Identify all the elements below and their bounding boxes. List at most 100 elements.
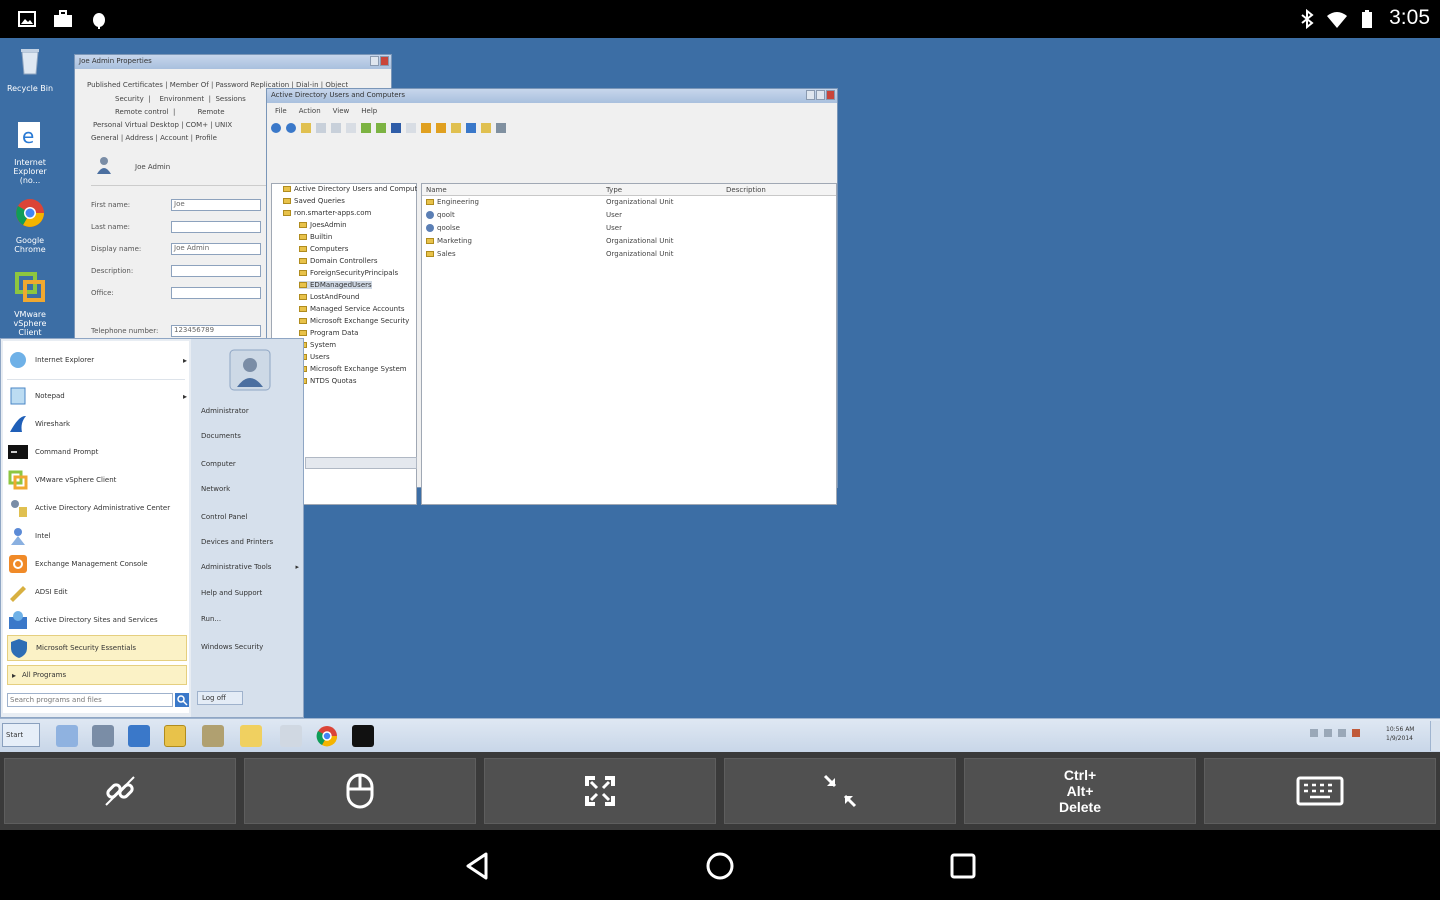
place-help-support[interactable]: Help and Support	[201, 589, 262, 597]
taskbar-adsi-icon[interactable]	[240, 725, 262, 747]
desktop-icon-vsphere[interactable]: VMware vSphere Client	[4, 270, 56, 337]
tree-item[interactable]: Microsoft Exchange System	[299, 365, 407, 373]
program-notepad[interactable]: Notepad ▸	[7, 383, 187, 409]
properties-icon[interactable]	[316, 123, 326, 133]
taskbar-tools-icon[interactable]	[202, 725, 224, 747]
properties-titlebar[interactable]: Joe Admin Properties	[75, 55, 391, 69]
find-icon[interactable]	[481, 123, 491, 133]
list-icon[interactable]	[406, 123, 416, 133]
menu-view[interactable]: View	[333, 107, 350, 116]
fullscreen-button[interactable]	[484, 758, 716, 824]
help-button[interactable]	[370, 56, 379, 66]
taskbar-chrome-icon[interactable]	[316, 725, 338, 747]
menu-file[interactable]: File	[275, 107, 287, 116]
tree-item[interactable]: ForeignSecurityPrincipals	[299, 269, 398, 277]
new-group-icon[interactable]	[436, 123, 446, 133]
tab-general[interactable]: General	[91, 134, 119, 142]
taskbar-server-manager-icon[interactable]	[56, 725, 78, 747]
first-name-field[interactable]: Joe	[171, 199, 261, 211]
desktop-icon-recycle-bin[interactable]: Recycle Bin	[4, 44, 56, 93]
place-control-panel[interactable]: Control Panel	[201, 513, 247, 521]
export-icon[interactable]	[361, 123, 371, 133]
tabs-row-4[interactable]: Personal Virtual Desktop | COM+ | UNIX	[93, 121, 232, 130]
close-button[interactable]	[826, 90, 835, 100]
tab-account[interactable]: Account	[160, 134, 188, 142]
table-row[interactable]: Engineering Organizational Unit	[422, 198, 836, 211]
tree-scrollbar[interactable]	[305, 457, 417, 469]
office-field[interactable]	[171, 287, 261, 299]
back-nav-icon[interactable]	[460, 848, 496, 884]
tabs-row-3[interactable]: Remote control | Remote	[115, 108, 225, 117]
tabs-row-2[interactable]: Security | Environment | Sessions	[115, 95, 246, 104]
tab-com[interactable]: COM+	[186, 121, 208, 129]
start-button[interactable]: Start	[2, 723, 40, 747]
taskbar-ad-users-icon[interactable]	[92, 725, 114, 747]
place-windows-security[interactable]: Windows Security	[201, 643, 263, 651]
program-internet-explorer[interactable]: Internet Explorer ▸	[7, 347, 187, 373]
recents-nav-icon[interactable]	[945, 848, 981, 884]
taskbar-cmd-icon[interactable]	[352, 725, 374, 747]
tree-item[interactable]: Domain Controllers	[299, 257, 377, 265]
telephone-field[interactable]: 123456789	[171, 325, 261, 337]
tab-security[interactable]: Security	[115, 95, 144, 103]
tray-icon[interactable]	[1310, 729, 1318, 737]
view-icon[interactable]	[391, 123, 401, 133]
tree-item[interactable]: Saved Queries	[283, 197, 345, 205]
tab-published-certificates[interactable]: Published Certificates	[87, 81, 163, 89]
start-search-input[interactable]: Search programs and files	[7, 693, 173, 707]
remote-desktop[interactable]: Recycle Bin e Internet Explorer (no... G…	[0, 38, 1440, 718]
program-command-prompt[interactable]: Command Prompt	[7, 439, 187, 465]
program-ad-admin-center[interactable]: Active Directory Administrative Center	[7, 495, 187, 521]
search-icon[interactable]	[175, 693, 189, 707]
help-icon[interactable]	[376, 123, 386, 133]
mouse-button[interactable]	[244, 758, 476, 824]
minimize-button[interactable]	[806, 90, 815, 100]
program-security-essentials[interactable]: Microsoft Security Essentials	[7, 635, 187, 661]
description-field[interactable]	[171, 265, 261, 277]
home-nav-icon[interactable]	[702, 848, 738, 884]
last-name-field[interactable]	[171, 221, 261, 233]
toolbar[interactable]	[271, 123, 581, 137]
fit-screen-button[interactable]	[724, 758, 956, 824]
keyboard-button[interactable]	[1204, 758, 1436, 824]
program-exchange[interactable]: Exchange Management Console	[7, 551, 187, 577]
tree-item[interactable]: NTDS Quotas	[299, 377, 356, 385]
tab-address[interactable]: Address	[125, 134, 153, 142]
column-type[interactable]: Type	[606, 186, 622, 195]
tray-clock[interactable]: 10:56 AM 1/9/2014	[1386, 725, 1414, 743]
column-name[interactable]: Name	[426, 186, 447, 195]
tree-item[interactable]: Program Data	[299, 329, 358, 337]
tray-icon[interactable]	[1352, 729, 1360, 737]
detail-list[interactable]: Engineering Organizational Unit qoolt User…	[422, 198, 836, 263]
maximize-button[interactable]	[816, 90, 825, 100]
start-menu-programs[interactable]: Internet Explorer ▸ Notepad ▸ Wireshark Co…	[3, 341, 189, 713]
show-desktop-button[interactable]	[1430, 721, 1440, 751]
all-programs-button[interactable]: ▸ All Programs	[7, 665, 187, 685]
desktop-icon-chrome[interactable]: Google Chrome	[4, 196, 56, 254]
program-adsi-edit[interactable]: ADSI Edit	[7, 579, 187, 605]
tray-icon[interactable]	[1324, 729, 1332, 737]
place-network[interactable]: Network	[201, 485, 230, 493]
place-documents[interactable]: Documents	[201, 432, 241, 440]
delegate-icon[interactable]	[496, 123, 506, 133]
delete-icon[interactable]	[331, 123, 341, 133]
table-row[interactable]: Sales Organizational Unit	[422, 250, 836, 263]
ctrl-alt-delete-button[interactable]: Ctrl+ Alt+ Delete	[964, 758, 1196, 824]
menu-help[interactable]: Help	[361, 107, 377, 116]
windows-taskbar[interactable]: Start 10:56 AM 1/9/2014	[0, 718, 1440, 752]
folder-up-icon[interactable]	[301, 123, 311, 133]
menu-bar[interactable]: File Action View Help	[275, 107, 377, 116]
tree-item[interactable]: LostAndFound	[299, 293, 360, 301]
filter-icon[interactable]	[466, 123, 476, 133]
taskbar-explorer-icon[interactable]	[164, 725, 186, 747]
tab-remote[interactable]: Remote	[198, 108, 225, 116]
new-ou-icon[interactable]	[451, 123, 461, 133]
tab-environment[interactable]: Environment	[159, 95, 204, 103]
aduc-window[interactable]: Active Directory Users and Computers Fil…	[266, 88, 838, 505]
forward-icon[interactable]	[286, 123, 296, 133]
tab-member-of[interactable]: Member Of	[170, 81, 209, 89]
display-name-field[interactable]: Joe Admin	[171, 243, 261, 255]
column-description[interactable]: Description	[726, 186, 766, 195]
tab-remote-control[interactable]: Remote control	[115, 108, 169, 116]
program-intel[interactable]: Intel	[7, 523, 187, 549]
